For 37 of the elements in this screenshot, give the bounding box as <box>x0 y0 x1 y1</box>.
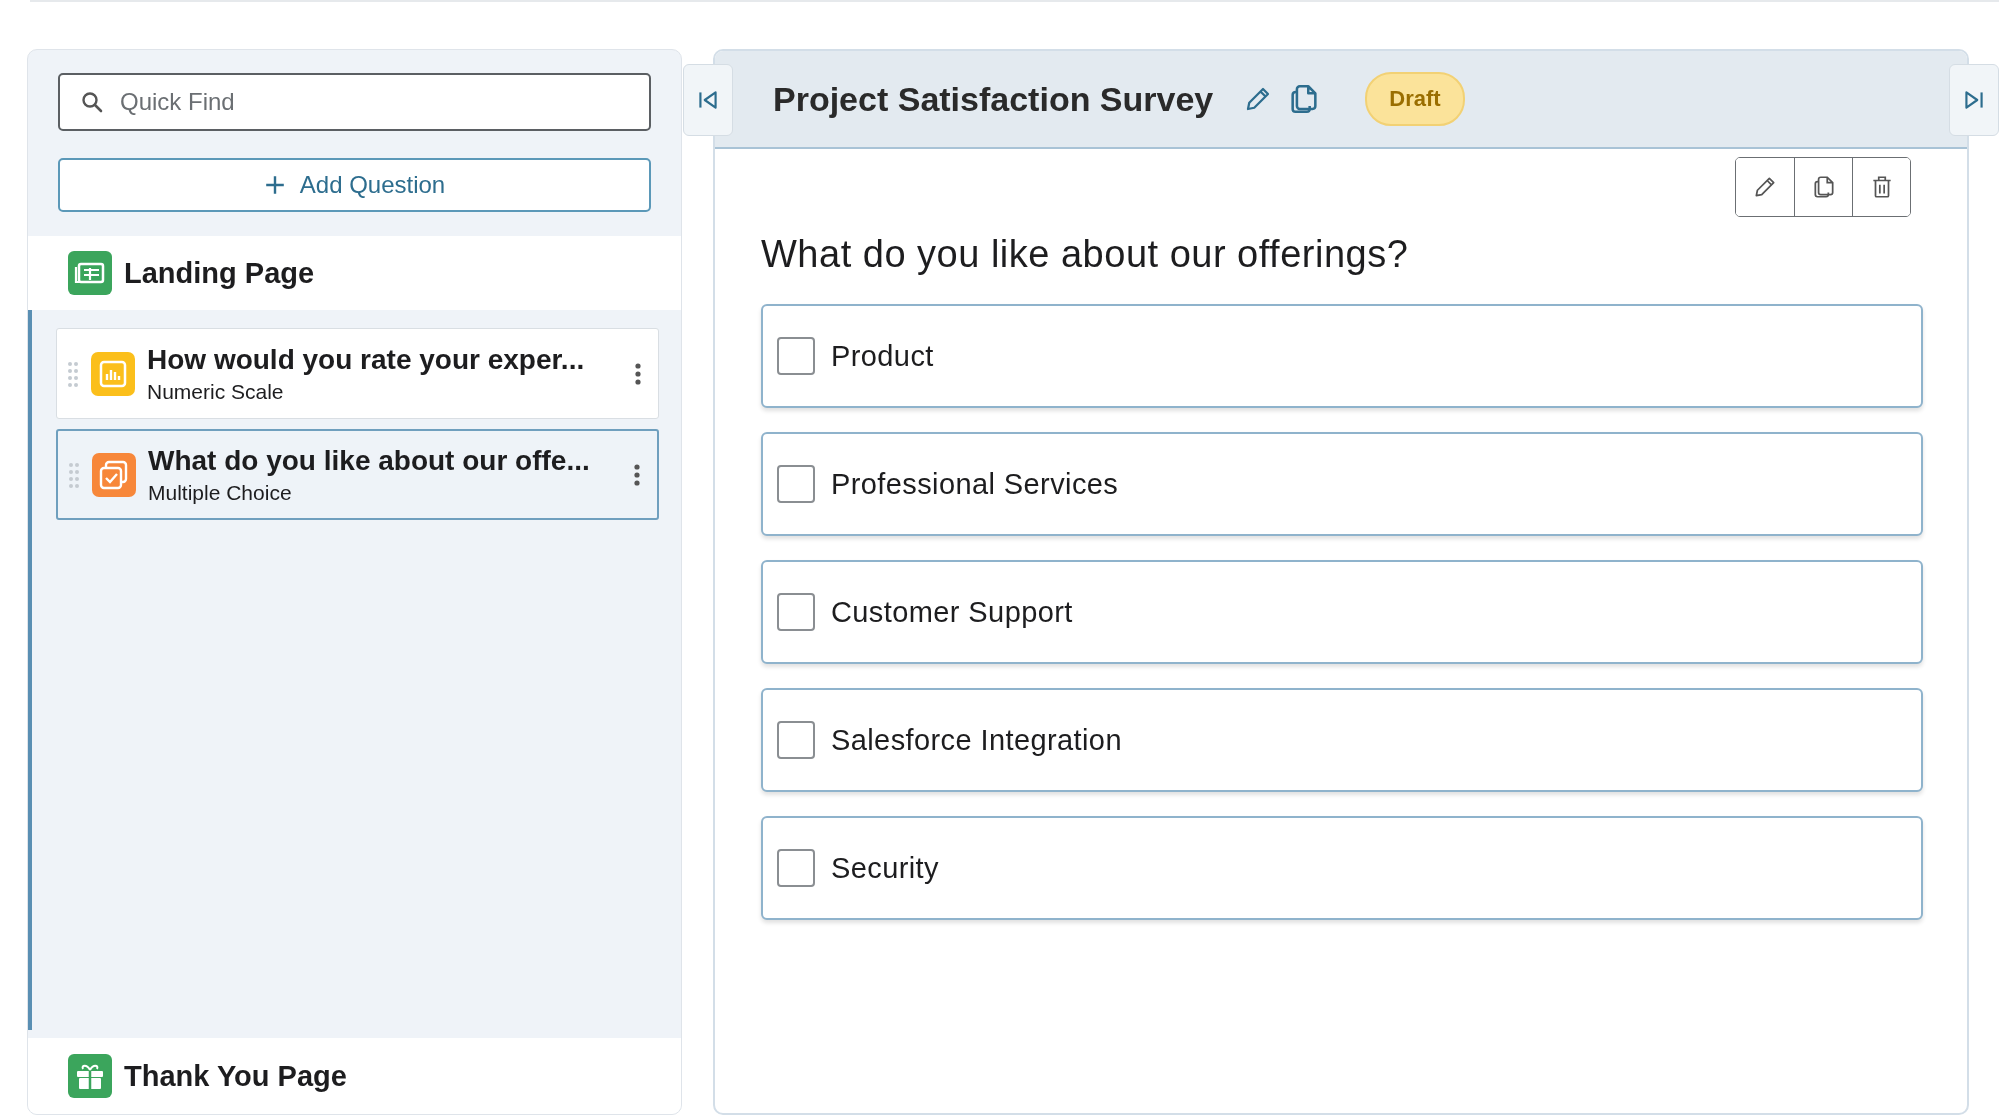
choice-option[interactable]: Product <box>761 304 1923 408</box>
survey-title: Project Satisfaction Survey <box>773 79 1214 119</box>
drag-handle-icon[interactable] <box>68 460 80 489</box>
plus-icon <box>263 174 286 196</box>
checkbox[interactable] <box>777 593 815 631</box>
choice-option[interactable]: Customer Support <box>761 560 1923 664</box>
choice-option[interactable]: Professional Services <box>761 432 1923 536</box>
collapse-left-button[interactable] <box>683 64 733 136</box>
delete-button[interactable] <box>1852 158 1910 216</box>
choice-option[interactable]: Security <box>761 816 1923 920</box>
checkbox[interactable] <box>777 465 815 503</box>
question-type: Multiple Choice <box>148 480 293 505</box>
question-text: What do you like about our offerings? <box>761 233 1410 276</box>
drag-handle-icon[interactable] <box>67 359 79 388</box>
thank-you-page-item[interactable]: Thank You Page <box>28 1038 681 1114</box>
choice-option[interactable]: Salesforce Integration <box>761 688 1923 792</box>
thank-you-page-label: Thank You Page <box>124 1059 347 1093</box>
question-item[interactable]: How would you rate your exper... Numeric Scale <box>56 328 659 419</box>
add-question-button[interactable]: Add Question <box>58 158 651 212</box>
gift-icon <box>68 1054 112 1098</box>
question-item[interactable]: What do you like about our offe... Multiple Choice <box>56 429 659 520</box>
question-title: What do you like about our offe... <box>148 444 591 477</box>
search-field[interactable]: Quick Find <box>58 73 651 131</box>
checkbox[interactable] <box>777 849 815 887</box>
more-options-icon[interactable] <box>634 361 642 386</box>
landing-page-label: Landing Page <box>124 256 315 290</box>
question-title: How would you rate your exper... <box>147 343 586 376</box>
checkbox[interactable] <box>777 721 815 759</box>
question-type: Numeric Scale <box>147 379 285 404</box>
collapse-right-button[interactable] <box>1949 64 1999 136</box>
list-icon <box>68 251 112 295</box>
status-badge: Draft <box>1365 72 1465 126</box>
landing-page-item[interactable]: Landing Page <box>28 236 681 310</box>
checkbox[interactable] <box>777 337 815 375</box>
more-options-icon[interactable] <box>633 462 641 487</box>
checkbox-icon <box>92 452 136 497</box>
bar-chart-icon <box>91 351 135 396</box>
